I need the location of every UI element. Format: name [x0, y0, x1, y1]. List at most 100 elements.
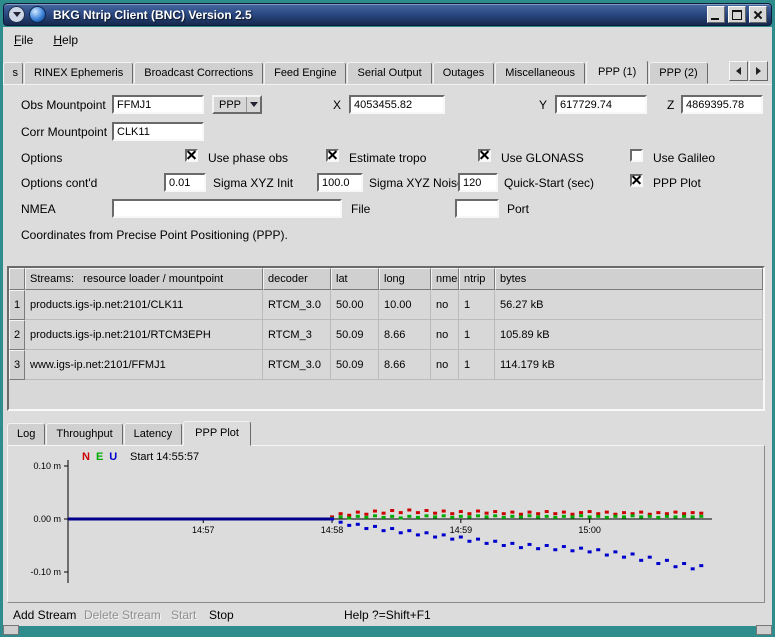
- tab-rinex-ephemeris[interactable]: RINEX Ephemeris: [24, 62, 133, 84]
- settings-tabbar: s RINEX Ephemeris Broadcast Corrections …: [3, 61, 772, 85]
- x-coordinate-input[interactable]: [349, 95, 445, 114]
- column-header-nmea[interactable]: nmea: [431, 268, 459, 290]
- svg-text:14:57: 14:57: [192, 525, 215, 535]
- ppp-note: Coordinates from Precise Point Positioni…: [21, 228, 288, 242]
- delete-stream-button: Delete Stream: [84, 608, 161, 622]
- svg-text:0.00 m: 0.00 m: [33, 514, 61, 524]
- titlebar: BKG Ntrip Client (BNC) Version 2.5: [3, 3, 772, 26]
- svg-text:14:59: 14:59: [450, 525, 473, 535]
- column-header-ntrip[interactable]: ntrip: [459, 268, 495, 290]
- tab-ppp-2[interactable]: PPP (2): [649, 62, 707, 84]
- maximize-button[interactable]: [728, 6, 746, 23]
- maximize-icon: [732, 10, 742, 20]
- row-number[interactable]: 2: [9, 320, 25, 350]
- row-number[interactable]: 1: [9, 290, 25, 320]
- cell-bytes: 56.27 kB: [495, 290, 763, 320]
- resize-grip-left[interactable]: [3, 625, 19, 635]
- use-phase-obs-label: Use phase obs: [208, 151, 288, 165]
- nmea-file-input[interactable]: [112, 199, 342, 218]
- cell-bytes: 114.179 kB: [495, 350, 763, 380]
- options-label: Options: [21, 151, 62, 165]
- help-shortcut-label: Help ?=Shift+F1: [344, 608, 431, 622]
- y-coordinate-label: Y: [539, 98, 547, 112]
- cell-ntrip: 1: [459, 290, 495, 320]
- tab-ppp-1[interactable]: PPP (1): [586, 61, 648, 85]
- port-label: Port: [507, 202, 529, 216]
- tab-latency[interactable]: Latency: [124, 423, 183, 445]
- combo-dropdown-zone[interactable]: [246, 97, 260, 112]
- window-title: BKG Ntrip Client (BNC) Version 2.5: [53, 8, 252, 22]
- chevron-down-icon: [13, 12, 21, 17]
- options-contd-label: Options cont'd: [21, 176, 97, 190]
- obs-mountpoint-input[interactable]: [112, 95, 204, 114]
- sigma-xyz-noise-input[interactable]: [317, 173, 363, 192]
- chevron-down-icon: [250, 102, 258, 107]
- menu-file[interactable]: File: [7, 30, 40, 50]
- obs-mountpoint-label: Obs Mountpoint: [21, 98, 106, 112]
- cell-decoder: RTCM_3.0: [263, 290, 331, 320]
- tab-clipped[interactable]: s: [3, 62, 23, 84]
- ppp-plot-checkbox[interactable]: [630, 174, 643, 187]
- cell-decoder: RTCM_3.0: [263, 350, 331, 380]
- streams-table: Streams: resource loader / mountpoint de…: [7, 266, 765, 411]
- legend-east: E: [96, 451, 103, 463]
- minimize-button[interactable]: [707, 6, 725, 23]
- column-header-bytes[interactable]: bytes: [495, 268, 763, 290]
- cell-mountpoint: products.igs-ip.net:2101/RTCM3EPH: [25, 320, 263, 350]
- use-galileo-checkbox[interactable]: [630, 149, 643, 162]
- ppp-mode-combobox[interactable]: PPP: [212, 95, 262, 114]
- streams-table-header: Streams: resource loader / mountpoint de…: [9, 268, 763, 290]
- close-button[interactable]: [749, 6, 767, 23]
- resize-grip-right[interactable]: [756, 625, 772, 635]
- plot-legend: N E U: [82, 451, 117, 463]
- add-stream-button[interactable]: Add Stream: [13, 608, 76, 622]
- column-header-lat[interactable]: lat: [331, 268, 379, 290]
- ppp-plot-label: PPP Plot: [653, 176, 701, 190]
- cell-lat: 50.09: [331, 320, 379, 350]
- menu-help[interactable]: Help: [46, 30, 85, 50]
- tab-miscellaneous[interactable]: Miscellaneous: [495, 62, 585, 84]
- column-header-mountpoint[interactable]: Streams: resource loader / mountpoint: [25, 268, 263, 290]
- tab-outages[interactable]: Outages: [433, 62, 495, 84]
- start-button: Start: [171, 608, 196, 622]
- column-header-long[interactable]: long: [379, 268, 431, 290]
- use-phase-obs-checkbox[interactable]: [185, 149, 198, 162]
- column-header-decoder[interactable]: decoder: [263, 268, 331, 290]
- row-number[interactable]: 3: [9, 350, 25, 380]
- tab-feed-engine[interactable]: Feed Engine: [264, 62, 346, 84]
- quickstart-label: Quick-Start (sec): [504, 176, 594, 190]
- tab-scroll-left-button[interactable]: [729, 61, 748, 81]
- y-coordinate-input[interactable]: [555, 95, 647, 114]
- tab-serial-output[interactable]: Serial Output: [347, 62, 431, 84]
- window-menu-button[interactable]: [8, 6, 25, 23]
- estimate-tropo-checkbox[interactable]: [326, 149, 339, 162]
- stop-button[interactable]: Stop: [209, 608, 234, 622]
- cell-ntrip: 1: [459, 350, 495, 380]
- triangle-left-icon: [736, 67, 741, 75]
- bnc-window: BKG Ntrip Client (BNC) Version 2.5 File …: [0, 0, 775, 637]
- corner-header-cell: [9, 268, 25, 290]
- tab-ppp-plot[interactable]: PPP Plot: [183, 421, 251, 446]
- window-body: File Help s RINEX Ephemeris Broadcast Co…: [3, 27, 772, 626]
- tab-broadcast-corrections[interactable]: Broadcast Corrections: [134, 62, 263, 84]
- table-row[interactable]: 1 products.igs-ip.net:2101/CLK11 RTCM_3.…: [9, 290, 763, 320]
- app-icon: [29, 6, 46, 23]
- tab-throughput[interactable]: Throughput: [46, 423, 122, 445]
- corr-mountpoint-input[interactable]: [112, 122, 204, 141]
- cell-long: 8.66: [379, 350, 431, 380]
- use-glonass-checkbox[interactable]: [478, 149, 491, 162]
- cell-long: 8.66: [379, 320, 431, 350]
- tab-scroll-right-button[interactable]: [749, 61, 768, 81]
- z-coordinate-input[interactable]: [681, 95, 763, 114]
- menubar: File Help: [3, 27, 772, 53]
- quickstart-input[interactable]: [458, 173, 498, 192]
- cell-nmea: no: [431, 320, 459, 350]
- table-row[interactable]: 3 www.igs-ip.net:2101/FFMJ1 RTCM_3.0 50.…: [9, 350, 763, 380]
- sigma-xyz-init-input[interactable]: [164, 173, 206, 192]
- tab-log[interactable]: Log: [7, 423, 45, 445]
- nmea-port-input[interactable]: [455, 199, 499, 218]
- legend-north: N: [82, 451, 90, 463]
- table-row[interactable]: 2 products.igs-ip.net:2101/RTCM3EPH RTCM…: [9, 320, 763, 350]
- cell-mountpoint: products.igs-ip.net:2101/CLK11: [25, 290, 263, 320]
- cell-nmea: no: [431, 350, 459, 380]
